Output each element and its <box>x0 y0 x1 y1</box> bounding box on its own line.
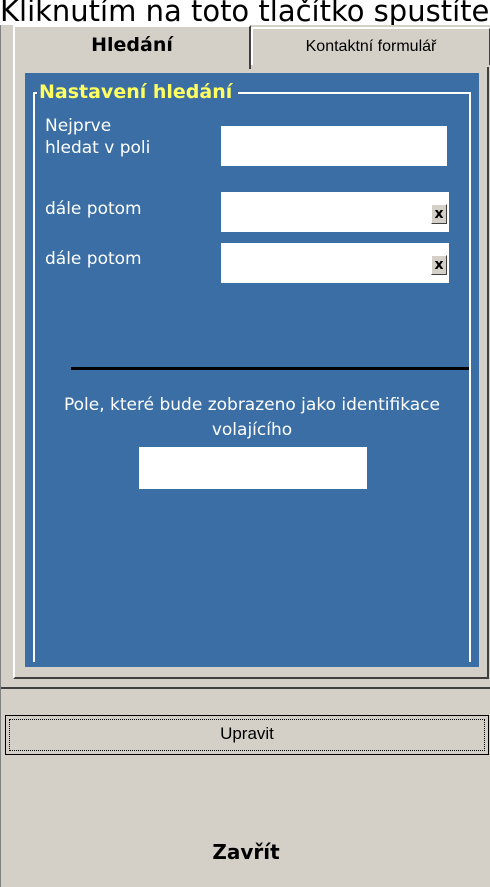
then-label-2: dále potom <box>45 249 142 269</box>
clear-field-2-button[interactable]: x <box>431 255 447 275</box>
close-button[interactable]: Zavřít <box>1 819 490 887</box>
divider <box>1 687 490 689</box>
then-label-1: dále potom <box>45 199 142 219</box>
tab-hledani[interactable]: Hledání <box>13 25 251 69</box>
search-settings-panel: Nastavení hledání Nejprve hledat v poli … <box>25 73 479 667</box>
first-field-input[interactable] <box>221 126 447 166</box>
then-field-1-input[interactable]: x <box>221 192 449 232</box>
fieldset-border <box>33 92 471 662</box>
tab-panel: Nastavení hledání Nejprve hledat v poli … <box>13 67 489 679</box>
first-field-label: Nejprve hledat v poli <box>45 116 151 158</box>
dialog: Hledání Kontaktní formulář Nastavení hle… <box>0 25 490 887</box>
caller-id-input[interactable] <box>139 447 367 489</box>
edit-button[interactable]: Upravit <box>5 715 489 755</box>
clear-field-1-button[interactable]: x <box>431 204 447 224</box>
separator-line <box>71 367 469 370</box>
fieldset-legend: Nastavení hledání <box>37 77 239 107</box>
tab-kontaktni-formular[interactable]: Kontaktní formulář <box>251 27 490 65</box>
caller-id-label: Pole, které bude zobrazeno jako identifi… <box>64 395 440 440</box>
then-field-2-input[interactable]: x <box>221 243 449 283</box>
